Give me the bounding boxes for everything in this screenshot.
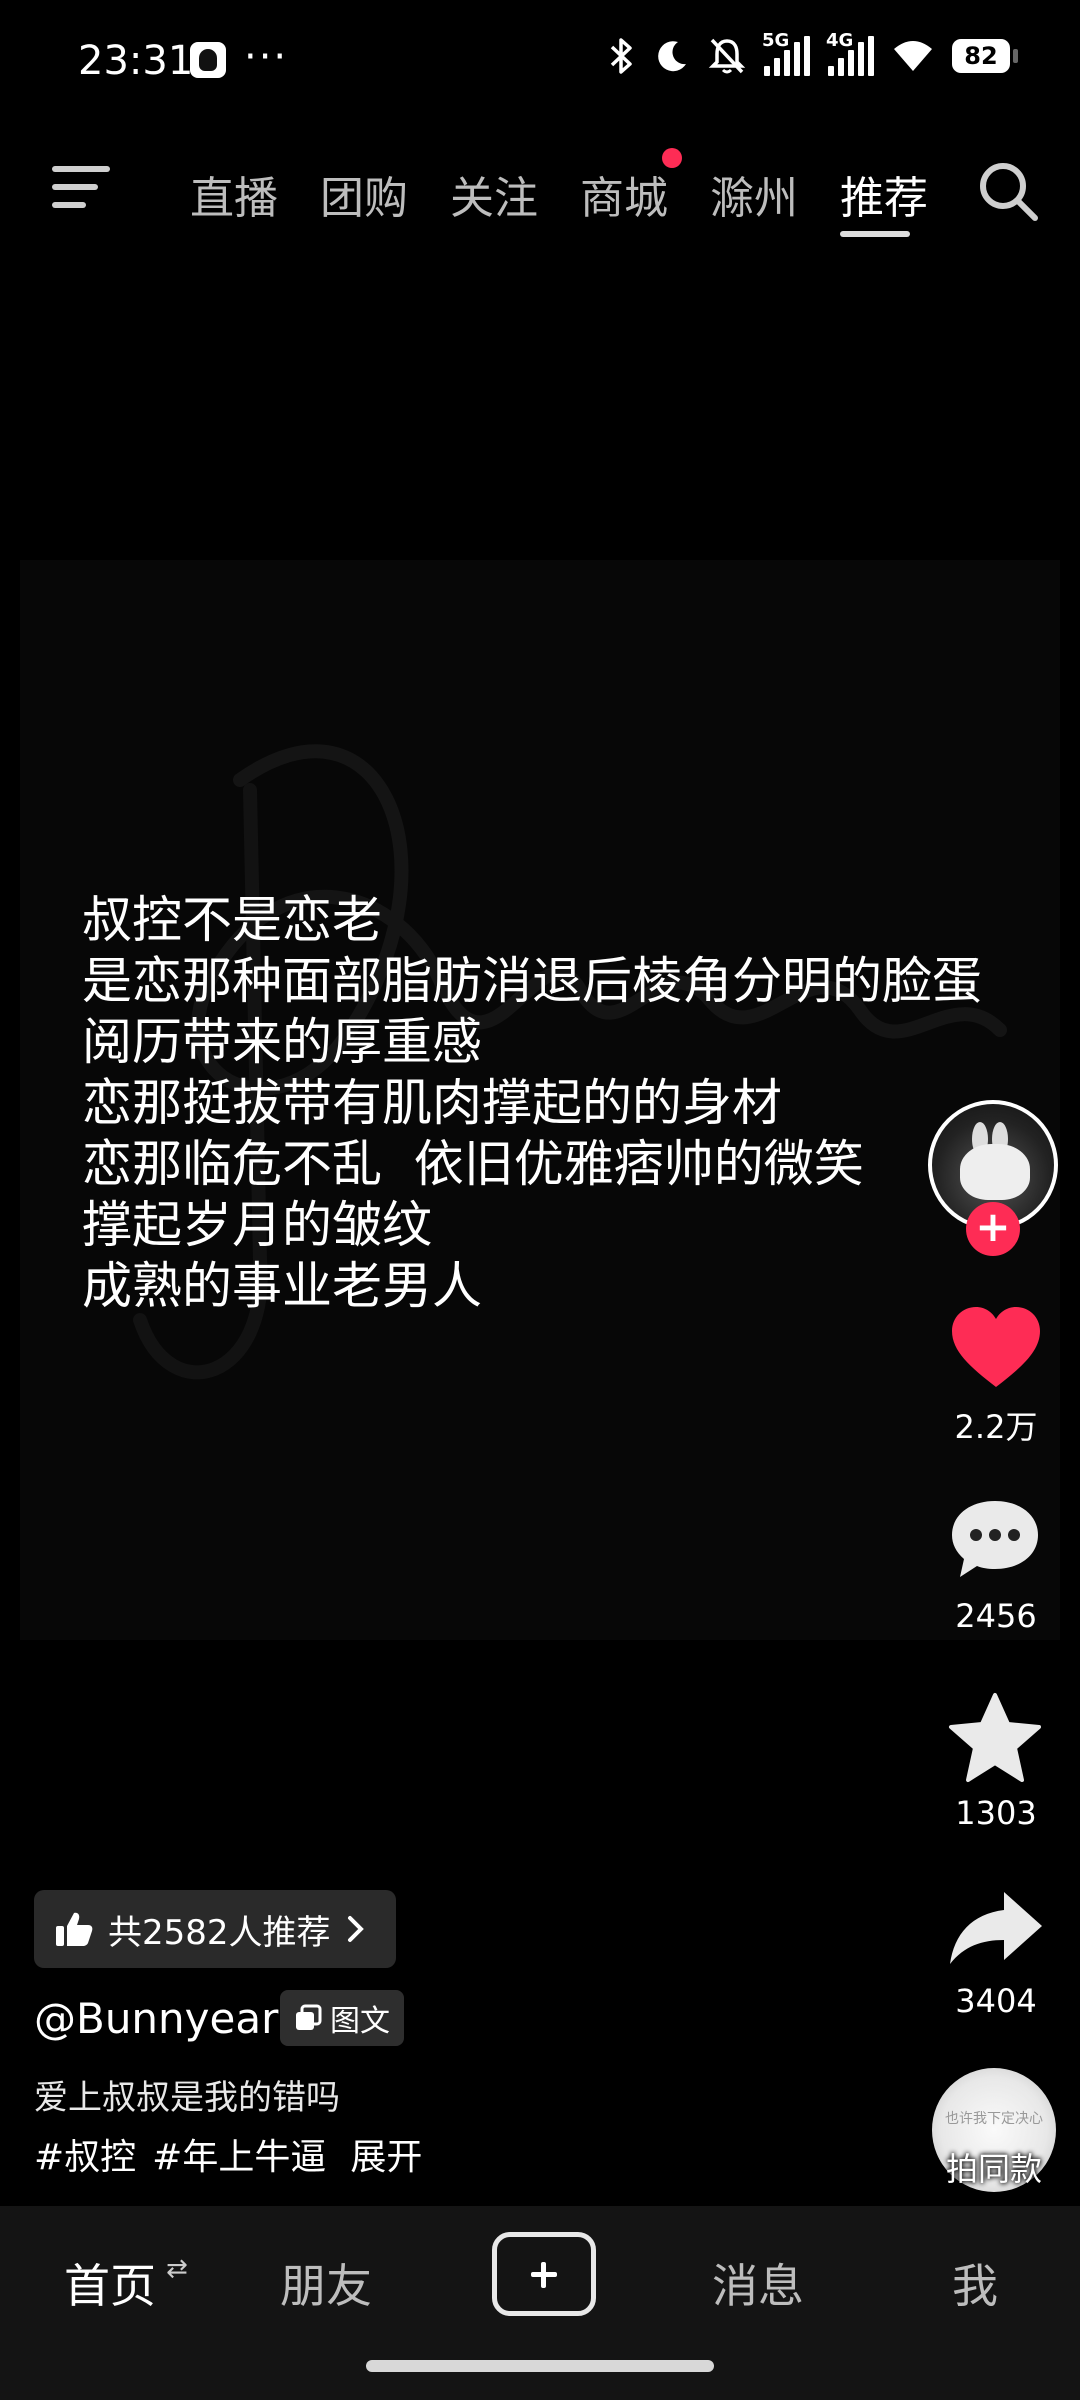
search-icon[interactable] (975, 158, 1041, 224)
post-type-badge: 图文 (280, 1990, 404, 2046)
post-line: 恋那临危不乱 依旧优雅痞帅的微笑 (82, 1135, 864, 1193)
hashtags: #叔控 #年上牛逼 展开 (34, 2128, 422, 2180)
author-name[interactable]: @Bunnyear (34, 1994, 278, 2043)
tab-mall[interactable]: 商城 (580, 148, 682, 226)
bell-off-icon (708, 38, 746, 74)
status-time: 23:31 (78, 38, 194, 84)
battery-icon: 82 (952, 39, 1018, 73)
comment-count: 2456 (955, 1597, 1037, 1635)
post-line: 撑起岁月的皱纹 (82, 1196, 432, 1254)
home-indicator[interactable] (366, 2360, 714, 2372)
use-template-label[interactable]: 拍同款 (916, 2144, 1072, 2190)
comment-icon[interactable] (950, 1497, 1040, 1581)
post-line: 成熟的事业老男人 (82, 1257, 482, 1315)
hashtag[interactable]: #年上牛逼 (152, 2128, 326, 2180)
star-icon[interactable] (948, 1692, 1042, 1784)
menu-icon[interactable] (52, 166, 110, 210)
post-line: 恋那挺拔带有肌肉撑起的的身材 (82, 1074, 782, 1132)
image-post-icon (296, 2004, 322, 2030)
nav-messages[interactable]: 消息 (712, 2250, 804, 2316)
bluetooth-icon (610, 38, 632, 74)
moon-icon (658, 41, 686, 72)
thumbs-up-icon (56, 1912, 93, 1946)
tab-recommend[interactable]: 推荐 (840, 162, 928, 226)
notification-dot (662, 148, 682, 168)
post-text: 叔控不是恋老 是恋那种面部脂肪消退后棱角分明的脸蛋 阅历带来的厚重感 恋那挺拔带… (82, 890, 982, 1317)
bunny-image (960, 1144, 1030, 1200)
status-icons: 5G 4G 82 (608, 30, 1018, 76)
active-tab-indicator (840, 231, 910, 237)
chevron-right-icon (347, 1916, 364, 1942)
hashtag[interactable]: #叔控 (34, 2128, 136, 2180)
nav-friends[interactable]: 朋友 (280, 2250, 372, 2316)
post-line: 阅历带来的厚重感 (82, 1013, 482, 1071)
tab-following[interactable]: 关注 (450, 162, 538, 226)
caption: 爱上叔叔是我的错吗 (34, 2078, 340, 2118)
tab-mall-label: 商城 (580, 173, 668, 224)
tab-live[interactable]: 直播 (190, 162, 278, 226)
nav-home[interactable]: 首页 (64, 2250, 156, 2316)
tab-group-buy[interactable]: 团购 (320, 162, 408, 226)
post-line: 叔控不是恋老 (82, 891, 382, 949)
wifi-icon (894, 41, 932, 71)
post-line: 是恋那种面部脂肪消退后棱角分明的脸蛋 (82, 952, 982, 1010)
more-icon: ··· (244, 34, 289, 80)
follow-button[interactable]: + (966, 1202, 1020, 1256)
post-type-label: 图文 (330, 2004, 390, 2039)
recommend-pill[interactable]: 共2582人推荐 (34, 1890, 396, 1968)
like-count: 2.2万 (954, 1408, 1038, 1446)
share-count: 3404 (955, 1982, 1037, 2020)
nav-me[interactable]: 我 (952, 2250, 998, 2316)
expand-button[interactable]: 展开 (350, 2128, 422, 2180)
signal-4g-label: 4G (826, 30, 854, 51)
disc-text: 也许我下定决心 (945, 2111, 1043, 2127)
signal-5g-label: 5G (762, 30, 790, 51)
favorite-count: 1303 (955, 1794, 1037, 1832)
tab-local[interactable]: 滁州 (710, 162, 798, 226)
qq-icon (190, 42, 226, 78)
signal-4g-icon: 4G (826, 30, 874, 76)
signal-5g-icon: 5G (762, 30, 810, 76)
share-icon[interactable] (948, 1888, 1044, 1968)
heart-icon[interactable] (950, 1305, 1042, 1389)
recommend-count: 共2582人推荐 (108, 1912, 331, 1953)
top-tabs: 直播 团购 关注 商城 滁州 推荐 (190, 148, 928, 226)
create-button[interactable] (492, 2232, 596, 2316)
switch-arrows-icon: ⇄ (166, 2254, 188, 2284)
